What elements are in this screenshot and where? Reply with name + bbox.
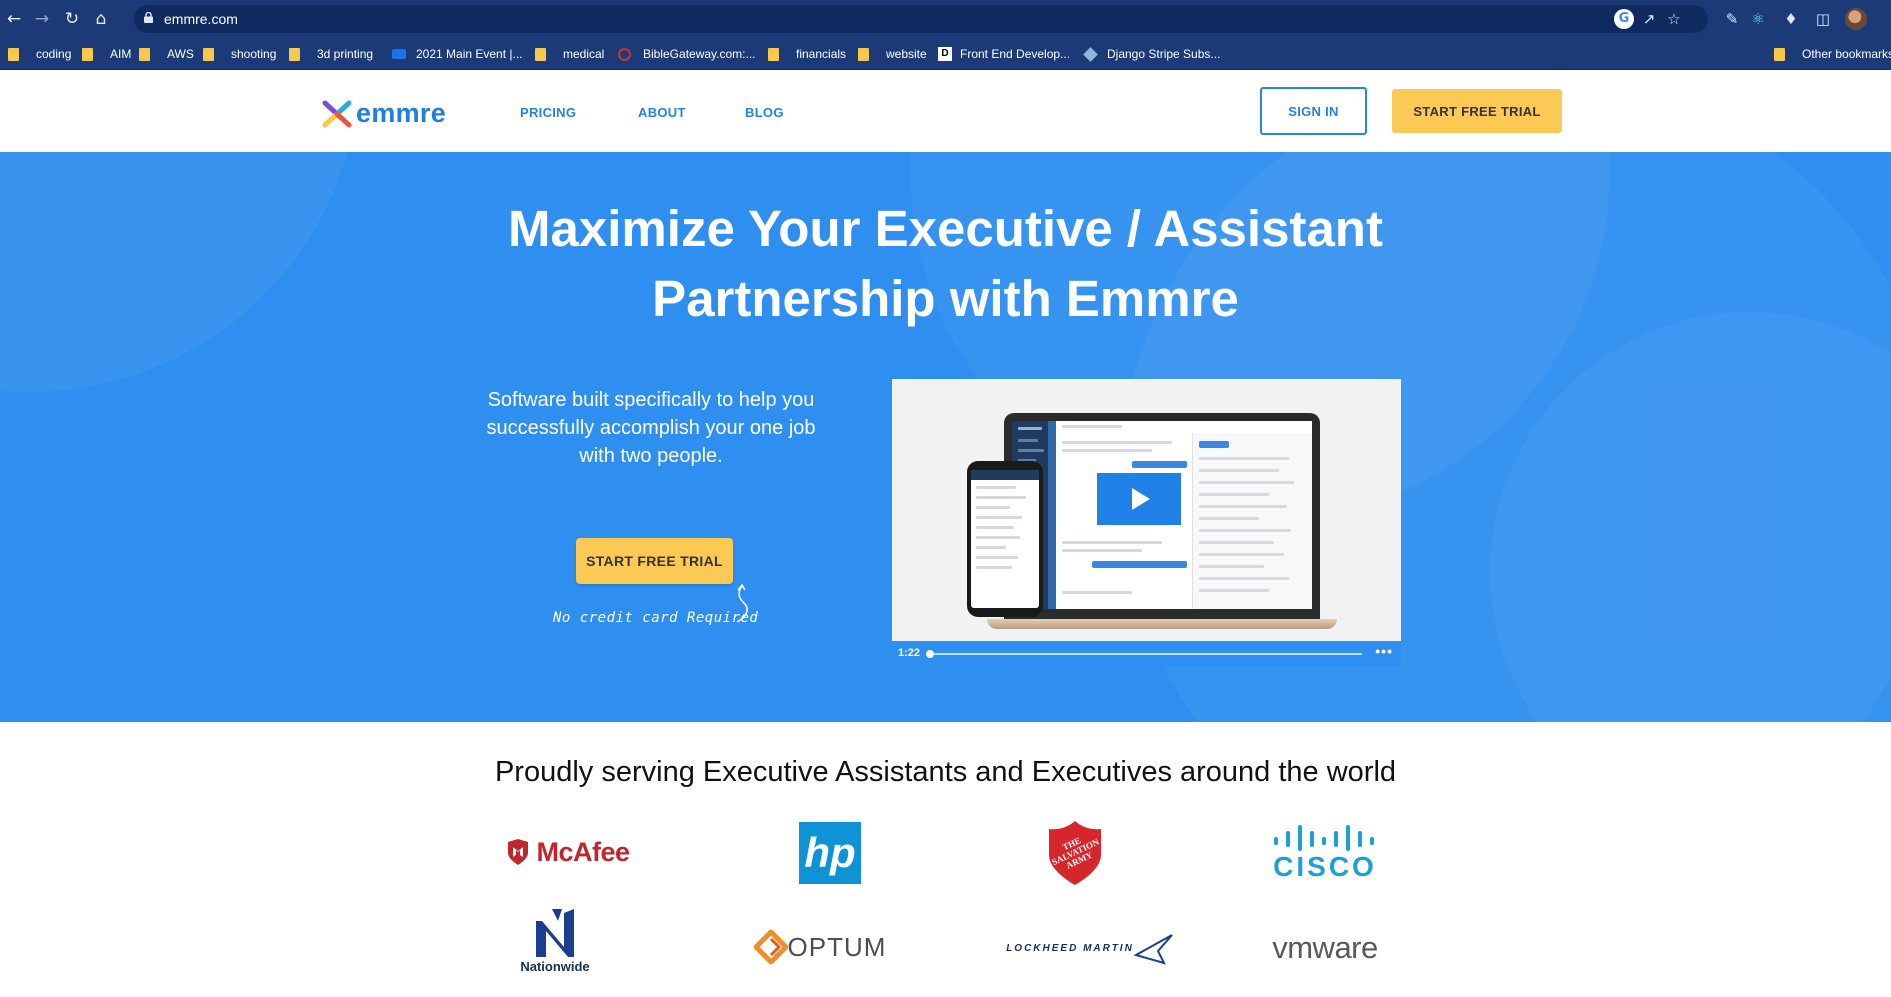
product-video[interactable]: 1:22 ••• — [892, 379, 1401, 667]
folder-icon — [1774, 47, 1785, 61]
optum-mark-icon — [753, 930, 788, 964]
video-controls: 1:22 ••• — [892, 641, 1401, 667]
salvation-army-shield-icon: THE SALVATION ARMY — [1049, 821, 1101, 885]
site-header: emmre PRICING ABOUT BLOG SIGN IN START F… — [0, 70, 1891, 152]
folder-icon — [82, 47, 93, 61]
bookmark-financials[interactable]: financials — [768, 38, 846, 70]
lock-icon — [144, 12, 153, 23]
nav-about[interactable]: ABOUT — [638, 105, 686, 120]
bookmark-medical[interactable]: medical — [535, 38, 604, 70]
cube-favicon — [1083, 46, 1098, 62]
cisco-bars-icon — [1274, 825, 1374, 851]
forward-icon[interactable]: → — [30, 7, 54, 31]
nationwide-eagle-icon — [536, 908, 574, 957]
play-icon — [1132, 488, 1150, 510]
folder-icon — [139, 47, 150, 61]
video-time: 1:22 — [898, 647, 921, 659]
sign-in-button[interactable]: SIGN IN — [1260, 87, 1367, 135]
bookmark-aim[interactable]: AIM — [82, 38, 131, 70]
reload-icon[interactable]: ↻ — [60, 7, 84, 31]
laptop-screen — [1012, 421, 1312, 609]
bookmark-main-event[interactable]: 2021 Main Event |... — [392, 38, 523, 70]
more-options-icon[interactable]: ••• — [1375, 643, 1393, 659]
side-panel-icon[interactable]: ◫ — [1813, 9, 1833, 29]
hero-title: Maximize Your Executive / Assistant Part… — [508, 200, 1383, 327]
address-bar[interactable]: emmre.com G ↗ ☆ — [134, 5, 1708, 33]
emmre-logo[interactable]: emmre — [322, 98, 446, 129]
biblegateway-favicon — [618, 47, 631, 61]
lockheed-star-icon — [1133, 934, 1173, 965]
header-start-trial-button[interactable]: START FREE TRIAL — [1392, 89, 1562, 133]
logo-vmware: vmware — [1272, 930, 1378, 965]
logo-nationwide: Nationwide — [510, 900, 600, 980]
folder-icon — [768, 47, 779, 61]
folder-icon — [289, 47, 300, 61]
bookmark-django-stripe[interactable]: Django Stripe Subs... — [1083, 38, 1220, 70]
url-text: emmre.com — [164, 11, 238, 27]
bookmark-shooting[interactable]: shooting — [203, 38, 276, 70]
mcafee-shield-icon — [508, 839, 529, 865]
folder-icon — [535, 47, 546, 61]
no-credit-card-note: No credit card Required — [553, 610, 759, 626]
bookmark-website[interactable]: website — [858, 38, 927, 70]
logo-cisco: CISCO — [1260, 820, 1390, 888]
hero-start-trial-button[interactable]: START FREE TRIAL — [576, 538, 733, 584]
laptop-mockup — [1004, 413, 1320, 621]
logo-optum: OPTUM — [750, 925, 890, 969]
hero-section: Maximize Your Executive / Assistant Part… — [0, 152, 1891, 722]
emmre-x-icon — [322, 100, 352, 127]
event-favicon — [392, 49, 406, 59]
bookmark-other[interactable]: Other bookmarks — [1774, 38, 1891, 70]
back-icon[interactable]: ← — [2, 7, 26, 31]
d-favicon: D — [938, 47, 952, 61]
share-icon[interactable]: ↗ — [1639, 9, 1659, 29]
bookmark-3d-printing[interactable]: 3d printing — [289, 38, 373, 70]
bookmark-aws[interactable]: AWS — [139, 38, 194, 70]
bookmark-biblegateway[interactable]: BibleGateway.com:... — [618, 38, 756, 70]
nav-pricing[interactable]: PRICING — [520, 105, 576, 120]
bookmark-coding[interactable]: coding — [8, 38, 71, 70]
google-icon[interactable]: G — [1614, 9, 1634, 29]
folder-icon — [858, 47, 869, 61]
folder-icon — [8, 47, 19, 61]
customers-heading: Proudly serving Executive Assistants and… — [494, 756, 1397, 788]
brand-name: emmre — [356, 98, 447, 128]
play-button[interactable] — [1097, 473, 1181, 525]
bookmark-front-end[interactable]: D Front End Develop... — [938, 38, 1070, 70]
folder-icon — [203, 47, 214, 61]
video-progress-track[interactable] — [930, 653, 1362, 655]
extensions-puzzle-icon[interactable]: ♦ — [1781, 9, 1801, 29]
home-icon[interactable]: ⌂ — [89, 7, 113, 31]
logo-salvation-army: THE SALVATION ARMY — [1040, 818, 1110, 888]
browser-toolbar: ← → ↻ ⌂ emmre.com G ↗ ☆ ✎ ⚛ ♦ ◫ — [0, 0, 1891, 38]
profile-avatar[interactable] — [1845, 8, 1867, 30]
video-progress-handle[interactable] — [926, 650, 934, 658]
logo-hp: hp — [775, 822, 885, 884]
logo-mcafee: McAfee — [488, 822, 648, 882]
hero-subtitle: Software built specifically to help you … — [486, 389, 816, 467]
react-devtools-icon[interactable]: ⚛ — [1748, 9, 1768, 29]
extension-pen-icon[interactable]: ✎ — [1722, 9, 1742, 29]
logo-lockheed-martin: LOCKHEED MARTIN — [1005, 928, 1175, 968]
star-icon[interactable]: ☆ — [1664, 9, 1684, 29]
phone-mockup — [967, 461, 1043, 617]
bookmarks-bar: coding AIM AWS shooting 3d printing 2021… — [0, 38, 1891, 70]
nav-blog[interactable]: BLOG — [745, 105, 784, 120]
